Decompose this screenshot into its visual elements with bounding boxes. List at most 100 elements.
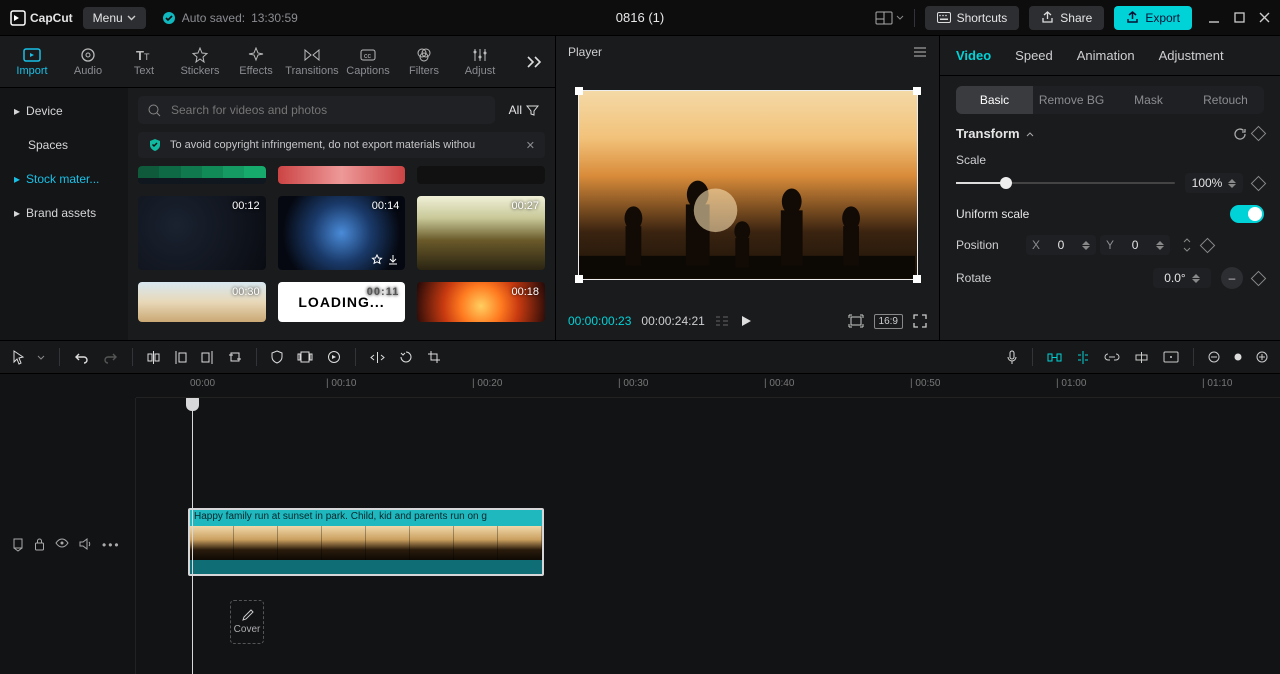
keyframe-button[interactable] xyxy=(1251,270,1267,286)
media-thumb[interactable]: 00:27 xyxy=(417,196,545,270)
tab-speed[interactable]: Speed xyxy=(1015,48,1053,63)
media-thumb[interactable] xyxy=(278,166,406,184)
link-button[interactable] xyxy=(1104,352,1120,362)
crop-tool[interactable] xyxy=(427,350,441,364)
time-ruler[interactable]: 00:00 | 00:10 | 00:20 | 00:30 | 00:40 | … xyxy=(136,374,1280,398)
media-thumb[interactable]: LOADING... 00:11 xyxy=(278,282,406,322)
link-stepper-icon[interactable] xyxy=(1180,238,1192,252)
media-thumb[interactable] xyxy=(417,166,545,184)
fullscreen-button[interactable] xyxy=(913,314,927,328)
tab-audio[interactable]: Audio xyxy=(60,43,116,81)
video-clip[interactable]: Happy family run at sunset in park. Chil… xyxy=(188,508,544,576)
media-thumb[interactable]: 00:12 xyxy=(138,196,266,270)
play-button[interactable] xyxy=(739,314,753,328)
window-close[interactable] xyxy=(1259,12,1270,24)
pointer-tool[interactable] xyxy=(12,350,25,365)
tab-video[interactable]: Video xyxy=(956,48,991,63)
subtab-mask[interactable]: Mask xyxy=(1110,86,1187,114)
resize-handle[interactable] xyxy=(575,87,583,95)
media-thumb[interactable]: 00:18 xyxy=(417,282,545,322)
snap-button[interactable] xyxy=(1076,350,1090,365)
media-thumb[interactable]: 00:14 xyxy=(278,196,406,270)
preview-mode-button[interactable] xyxy=(1163,351,1179,363)
tab-text[interactable]: TTText xyxy=(116,43,172,81)
lock-icon[interactable] xyxy=(34,538,45,552)
stepper[interactable] xyxy=(1228,179,1236,188)
filter-all[interactable]: All xyxy=(503,99,545,121)
redo-button[interactable] xyxy=(103,351,118,364)
window-minimize[interactable] xyxy=(1208,12,1220,24)
crop-button[interactable] xyxy=(228,350,242,364)
frames-button[interactable] xyxy=(297,351,313,363)
nav-device[interactable]: ▸Device xyxy=(0,94,128,128)
nav-stock[interactable]: ▸Stock mater... xyxy=(0,162,128,196)
magnet-button[interactable] xyxy=(1047,351,1062,364)
timeline-tracks[interactable]: Happy family run at sunset in park. Chil… xyxy=(180,398,1280,674)
tab-adjustment[interactable]: Adjustment xyxy=(1159,48,1224,63)
tab-filters[interactable]: Filters xyxy=(396,43,452,81)
trim-right-button[interactable] xyxy=(201,350,214,365)
reset-icon[interactable] xyxy=(1233,127,1247,141)
tab-captions[interactable]: ccCaptions xyxy=(340,43,396,81)
undo-button[interactable] xyxy=(74,351,89,364)
mute-icon[interactable] xyxy=(79,538,92,552)
nav-brand[interactable]: ▸Brand assets xyxy=(0,196,128,230)
tabs-more[interactable] xyxy=(517,55,551,69)
export-button[interactable]: Export xyxy=(1114,6,1192,30)
list-icon[interactable] xyxy=(715,315,729,327)
reverse-button[interactable] xyxy=(327,350,341,364)
subtab-basic[interactable]: Basic xyxy=(956,86,1033,114)
download-icon[interactable] xyxy=(387,254,399,266)
zoom-slider-knob[interactable] xyxy=(1234,353,1242,361)
uniform-scale-toggle[interactable] xyxy=(1230,205,1264,223)
resize-handle[interactable] xyxy=(913,87,921,95)
mirror-button[interactable] xyxy=(370,351,385,364)
tab-import[interactable]: Import xyxy=(4,43,60,81)
shortcuts-button[interactable]: Shortcuts xyxy=(925,6,1020,30)
keyframe-button[interactable] xyxy=(1200,237,1216,253)
split-button[interactable] xyxy=(147,350,160,365)
media-thumb[interactable]: 00:30 xyxy=(138,282,266,322)
zoom-in[interactable] xyxy=(1256,351,1268,363)
share-button[interactable]: Share xyxy=(1029,6,1104,30)
player-menu[interactable] xyxy=(913,46,927,58)
tab-effects[interactable]: Effects xyxy=(228,43,284,81)
close-infobar[interactable]: ✕ xyxy=(526,139,535,152)
subtab-removebg[interactable]: Remove BG xyxy=(1033,86,1110,114)
safe-zone-button[interactable] xyxy=(848,314,864,328)
tab-transitions[interactable]: Transitions xyxy=(284,43,340,81)
more-icon[interactable]: ••• xyxy=(102,538,121,552)
shield-button[interactable] xyxy=(271,350,283,364)
rotate-value[interactable]: 0.0° xyxy=(1153,268,1211,288)
scale-value[interactable]: 100% xyxy=(1185,173,1243,193)
position-x[interactable]: X0 xyxy=(1026,235,1096,255)
nav-spaces[interactable]: Spaces xyxy=(0,128,128,162)
zoom-out[interactable] xyxy=(1208,351,1220,363)
trim-left-button[interactable] xyxy=(174,350,187,365)
align-button[interactable] xyxy=(1134,351,1149,364)
rotate-tool[interactable] xyxy=(399,350,413,364)
keyframe-button[interactable] xyxy=(1251,126,1267,142)
media-search[interactable] xyxy=(138,96,495,124)
menu-button[interactable]: Menu xyxy=(83,7,146,29)
eye-icon[interactable] xyxy=(55,538,69,552)
window-maximize[interactable] xyxy=(1234,12,1245,24)
media-thumb[interactable] xyxy=(138,166,266,184)
preview-frame[interactable] xyxy=(578,90,918,280)
tab-adjust[interactable]: Adjust xyxy=(452,43,508,81)
tab-animation[interactable]: Animation xyxy=(1077,48,1135,63)
position-y[interactable]: Y0 xyxy=(1100,235,1170,255)
tab-stickers[interactable]: Stickers xyxy=(172,43,228,81)
resize-handle[interactable] xyxy=(575,275,583,283)
pointer-dropdown[interactable] xyxy=(37,355,45,360)
resize-handle[interactable] xyxy=(913,275,921,283)
collapse-icon[interactable] xyxy=(1026,131,1034,137)
search-input[interactable] xyxy=(169,102,485,118)
keyframe-button[interactable] xyxy=(1251,175,1267,191)
playhead[interactable] xyxy=(192,398,193,674)
rotate-dial[interactable]: – xyxy=(1221,267,1243,289)
layout-button[interactable] xyxy=(875,11,904,25)
star-icon[interactable] xyxy=(371,254,383,266)
aspect-ratio[interactable]: 16:9 xyxy=(874,314,903,329)
marker-icon[interactable] xyxy=(12,538,24,552)
